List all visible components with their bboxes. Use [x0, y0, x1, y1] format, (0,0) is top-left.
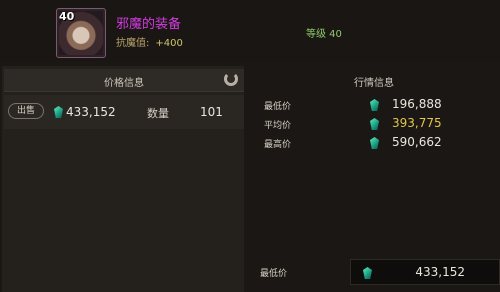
- item-stat-value: +400: [155, 38, 183, 49]
- sell-price: 433,152: [66, 105, 116, 119]
- refresh-icon[interactable]: [224, 72, 238, 86]
- market-row-value: 196,888: [392, 97, 442, 111]
- bottom-lowest-label: 最低价: [260, 269, 288, 279]
- market-row-label: 平均价: [264, 121, 292, 131]
- level-requirement: 等级 40: [306, 29, 342, 40]
- gem-currency-icon: [370, 118, 379, 130]
- gem-currency-icon: [370, 99, 379, 111]
- item-stat: 抗魔值: +400: [116, 34, 183, 49]
- market-row-average: 平均价 393,775: [264, 116, 500, 132]
- item-stat-label: 抗魔值:: [116, 38, 150, 49]
- market-info-title: 行情信息: [354, 78, 394, 89]
- market-row-value: 393,775: [392, 116, 442, 130]
- item-icon[interactable]: 40: [56, 8, 106, 58]
- market-row-value: 590,662: [392, 135, 442, 149]
- market-row-label: 最低价: [264, 102, 292, 112]
- price-info-header: 价格信息: [4, 69, 244, 92]
- sell-button[interactable]: 出售: [8, 103, 44, 119]
- price-info-title: 价格信息: [104, 78, 144, 89]
- quantity-value: 101: [200, 105, 223, 119]
- gem-currency-icon: [54, 106, 63, 118]
- item-name: 邪魔的装备: [116, 17, 182, 32]
- sale-listing-row: 出售 433,152 数量 101: [4, 95, 244, 129]
- quantity-label: 数量: [147, 107, 169, 120]
- gem-currency-icon: [363, 267, 372, 279]
- market-row-highest: 最高价 590,662: [264, 135, 500, 151]
- market-row-lowest: 最低价 196,888: [264, 97, 500, 113]
- item-level-badge: 40: [59, 10, 75, 23]
- bottom-lowest-price-box: 433,152: [350, 259, 500, 285]
- bottom-lowest-value: 433,152: [415, 265, 465, 279]
- market-row-label: 最高价: [264, 140, 292, 150]
- gem-currency-icon: [370, 137, 379, 149]
